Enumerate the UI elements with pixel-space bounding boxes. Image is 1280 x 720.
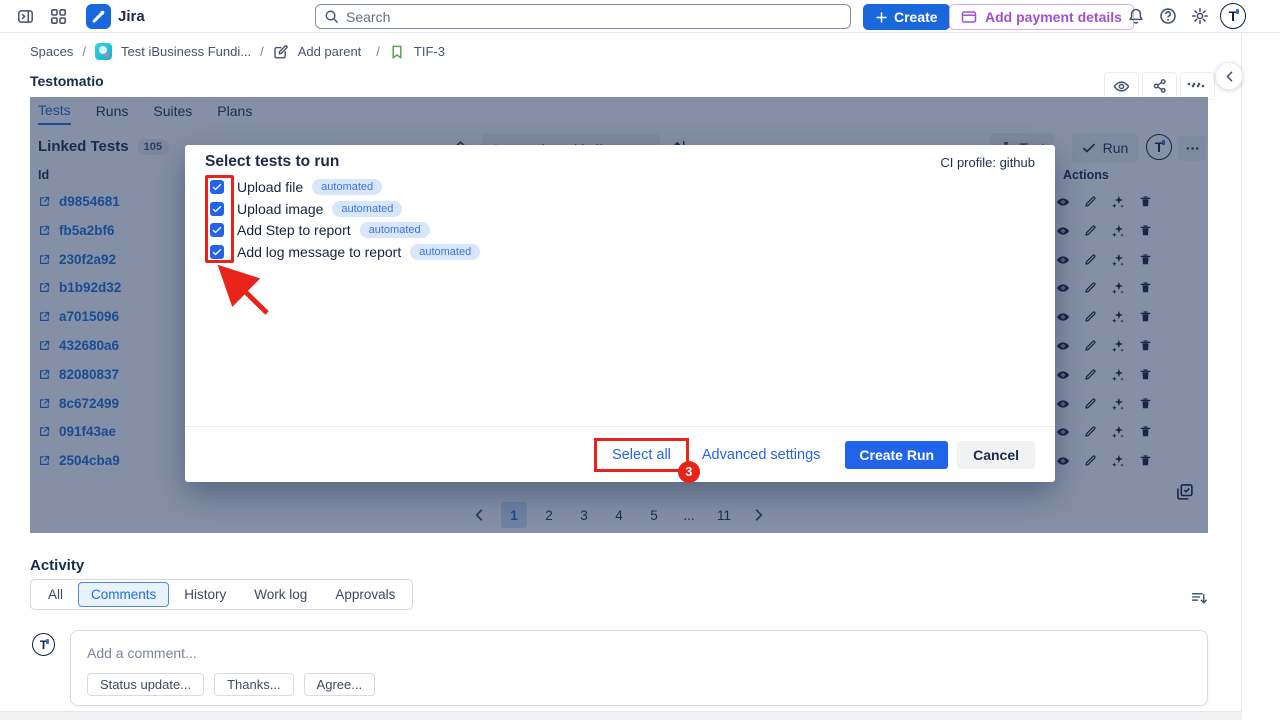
avatar-letter: T — [1229, 8, 1238, 24]
test-label: Add log message to report — [237, 244, 401, 260]
tab-history[interactable]: History — [171, 582, 239, 607]
list-item: Upload image automated — [205, 198, 480, 220]
comment-placeholder[interactable]: Add a comment... — [87, 645, 197, 661]
bookmark-icon — [389, 44, 405, 60]
quick-reply-agree[interactable]: Agree... — [304, 673, 376, 696]
avatar-letter: T — [40, 638, 47, 652]
automated-badge: automated — [410, 244, 480, 260]
test-label: Add Step to report — [237, 222, 351, 238]
notifications-bell-icon[interactable] — [1127, 7, 1145, 25]
sidebar-toggle-icon[interactable] — [17, 8, 34, 25]
create-run-button[interactable]: Create Run — [845, 441, 948, 469]
select-all-link[interactable]: Select all — [612, 447, 671, 463]
activity-tabs: All Comments History Work log Approvals — [30, 579, 413, 610]
list-item: Upload file automated — [205, 176, 480, 198]
create-button[interactable]: Create — [863, 4, 950, 30]
cancel-button[interactable]: Cancel — [957, 441, 1035, 469]
automated-badge: automated — [360, 222, 430, 238]
jira-logo-icon[interactable] — [86, 4, 111, 29]
breadcrumb: Spaces / Test iBusiness Fundi... / Add p… — [30, 33, 445, 70]
breadcrumb-space-name[interactable]: Test iBusiness Fundi... — [121, 44, 251, 59]
settings-gear-icon[interactable] — [1191, 7, 1209, 25]
automated-badge: automated — [332, 201, 402, 217]
comment-box[interactable]: Add a comment... Status update... Thanks… — [70, 630, 1208, 706]
quick-reply-thanks[interactable]: Thanks... — [214, 673, 293, 696]
create-button-label: Create — [894, 9, 938, 25]
quick-reply-status-update[interactable]: Status update... — [87, 673, 204, 696]
page-bottom-edge — [0, 711, 1242, 720]
breadcrumb-spaces[interactable]: Spaces — [30, 44, 73, 59]
activity-title: Activity — [30, 557, 84, 574]
automated-badge: automated — [312, 179, 382, 195]
share-button[interactable] — [1142, 72, 1177, 100]
checkbox-checked[interactable] — [210, 223, 224, 237]
global-search[interactable] — [315, 4, 851, 29]
help-icon[interactable] — [1159, 7, 1177, 25]
search-input[interactable] — [346, 9, 842, 25]
breadcrumb-separator: / — [376, 44, 380, 59]
tab-comments[interactable]: Comments — [78, 582, 169, 607]
checkbox-checked[interactable] — [210, 180, 224, 194]
activity-sort-icon[interactable] — [1190, 589, 1208, 607]
credit-card-icon — [961, 9, 977, 25]
testomatio-panel-more-icon[interactable] — [1186, 76, 1202, 92]
list-item: Add Step to report automated — [205, 220, 480, 242]
breadcrumb-issue-key[interactable]: TIF-3 — [414, 44, 445, 59]
comment-user-avatar: T — [32, 633, 55, 656]
annotation-step-badge: 3 — [678, 461, 700, 483]
breadcrumb-row: Spaces / Test iBusiness Fundi... / Add p… — [0, 33, 1242, 70]
testomatio-panel-title: Testomatio — [30, 73, 104, 89]
top-navigation-bar: Jira Create Add payment details T — [0, 0, 1280, 33]
test-label: Upload file — [237, 179, 303, 195]
breadcrumb-separator: / — [82, 44, 86, 59]
add-payment-details-button[interactable]: Add payment details — [949, 4, 1134, 30]
edit-icon — [273, 44, 289, 60]
ci-profile-label: CI profile: github — [940, 155, 1035, 170]
annotation-highlight-select-all: Select all 3 — [594, 438, 689, 472]
tab-approvals[interactable]: Approvals — [322, 582, 408, 607]
quick-replies: Status update... Thanks... Agree... — [87, 673, 375, 696]
modal-test-list: Upload file automated Upload image autom… — [205, 176, 480, 263]
app-title: Jira — [118, 8, 145, 25]
list-item: Add log message to report automated — [205, 241, 480, 263]
tab-all[interactable]: All — [35, 582, 76, 607]
plus-icon — [875, 11, 888, 24]
right-panel-divider — [1241, 33, 1242, 720]
checkbox-checked[interactable] — [210, 245, 224, 259]
modal-title: Select tests to run — [205, 153, 339, 171]
checkbox-checked[interactable] — [210, 202, 224, 216]
breadcrumb-add-parent[interactable]: Add parent — [298, 44, 362, 59]
user-avatar[interactable]: T — [1220, 3, 1246, 29]
search-icon — [324, 9, 339, 24]
select-tests-modal: Select tests to run CI profile: github U… — [185, 145, 1055, 482]
jira-page: Jira Create Add payment details T Spaces… — [0, 0, 1280, 720]
modal-footer: Select all 3 Advanced settings Create Ru… — [185, 426, 1055, 482]
app-switcher-icon[interactable] — [50, 8, 67, 25]
test-label: Upload image — [237, 201, 323, 217]
watch-eye-button[interactable] — [1104, 72, 1139, 100]
payment-button-label: Add payment details — [985, 9, 1122, 25]
breadcrumb-separator: / — [260, 44, 264, 59]
advanced-settings-link[interactable]: Advanced settings — [702, 447, 821, 463]
space-avatar-icon — [95, 43, 112, 60]
tab-work-log[interactable]: Work log — [241, 582, 320, 607]
annotation-arrow — [205, 257, 287, 321]
collapse-panel-button[interactable] — [1215, 62, 1243, 90]
